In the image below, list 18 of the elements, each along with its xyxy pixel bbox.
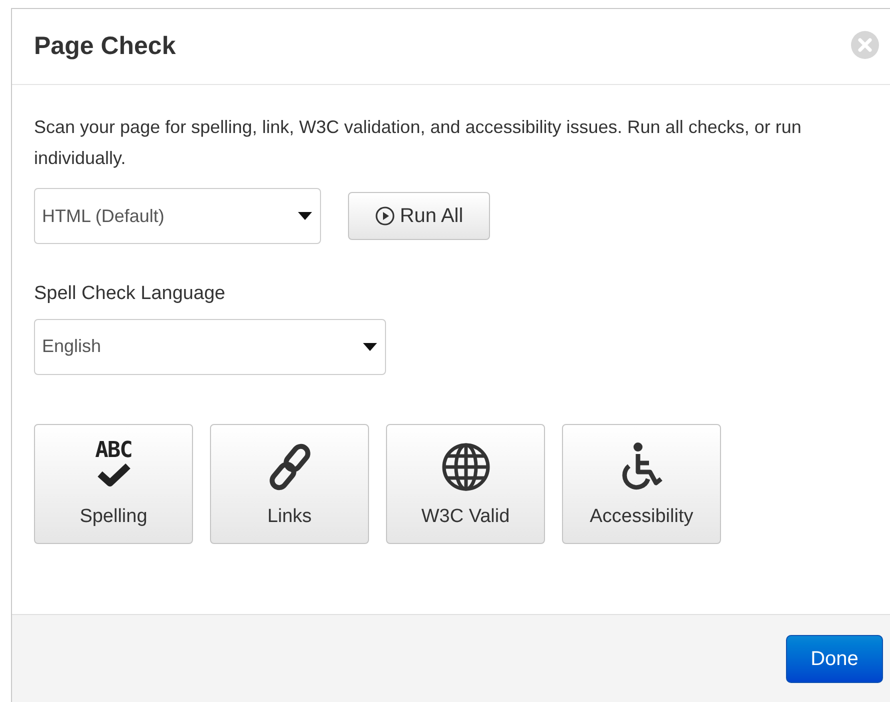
check-button[interactable]: Links xyxy=(210,424,369,544)
close-icon[interactable] xyxy=(850,30,880,60)
run-all-button[interactable]: Run All xyxy=(348,192,490,240)
checkmark-icon xyxy=(96,462,130,486)
caret-icon xyxy=(363,342,377,350)
check-button[interactable]: Accessibility xyxy=(562,424,721,544)
globe-icon xyxy=(440,442,490,492)
spellcheck-icon-text: ABC xyxy=(95,438,132,462)
check-button[interactable]: ABC Spelling xyxy=(34,424,193,544)
done-button[interactable]: Done xyxy=(786,634,883,682)
format-select[interactable]: HTML (Default) xyxy=(34,188,321,244)
description-text: Scan your page for spelling, link, W3C validation, and accessibility issues. Run all checks, or run individually. xyxy=(34,116,802,170)
check-button[interactable]: W3C Valid xyxy=(386,424,545,544)
language-label: Spell Check Language xyxy=(34,282,226,306)
dialog-title: Page Check xyxy=(34,30,176,62)
language-select[interactable]: English xyxy=(34,318,386,374)
play-icon xyxy=(374,206,395,226)
caret-icon xyxy=(298,212,312,220)
